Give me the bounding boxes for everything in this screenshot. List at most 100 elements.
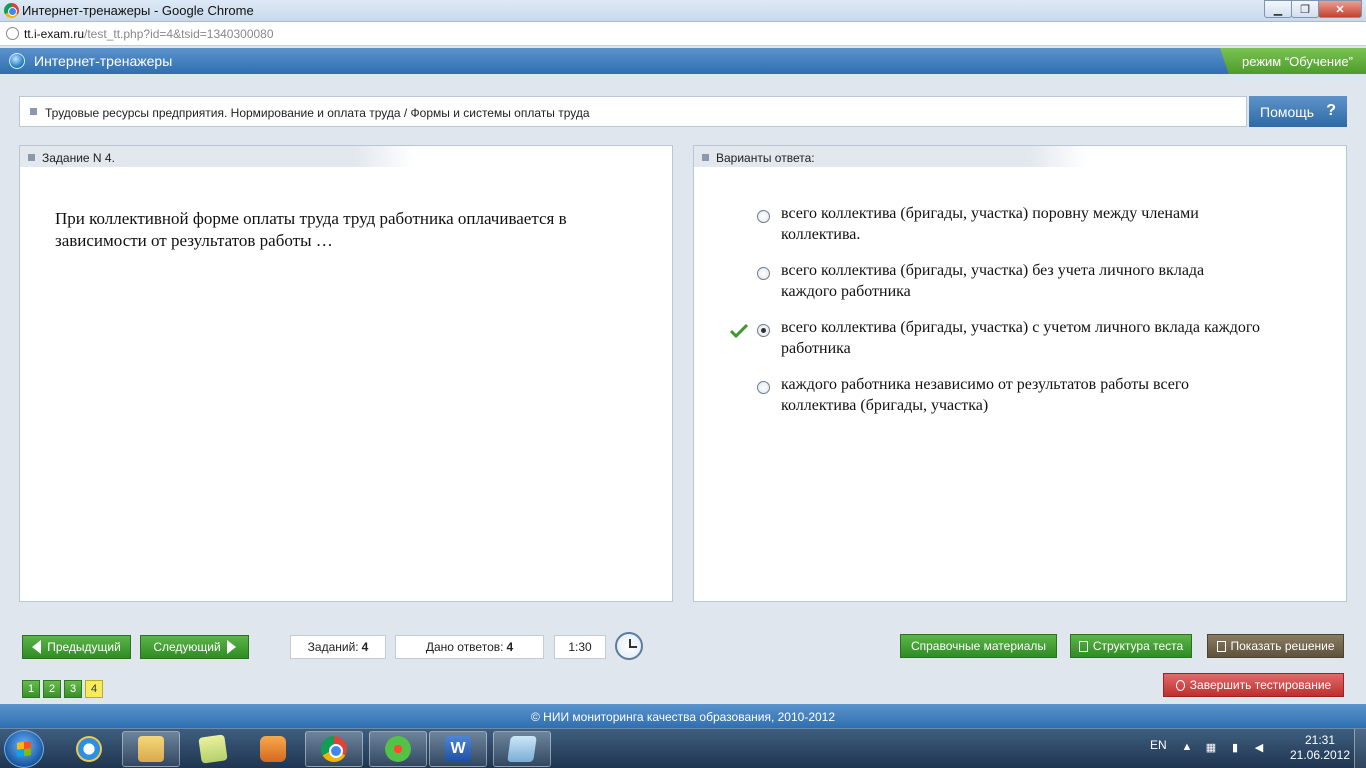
answered-label: Дано ответов: — [425, 640, 504, 654]
taskbar-chrome[interactable] — [305, 731, 363, 767]
page-button-3[interactable]: 3 — [64, 680, 82, 698]
folder-icon — [138, 736, 164, 762]
taskbar-notepad[interactable] — [493, 731, 551, 767]
app-title: Интернет-тренажеры — [34, 53, 173, 69]
answer-text[interactable]: всего коллектива (бригады, участка) поро… — [781, 203, 1261, 245]
minimize-button[interactable]: ▁ — [1264, 0, 1292, 18]
address-bar[interactable]: tt.i-exam.ru/test_tt.php?id=4&tsid=13403… — [0, 22, 1366, 46]
url-path: /test_tt.php?id=4&tsid=1340300080 — [84, 27, 274, 41]
arrow-left-icon — [32, 640, 42, 654]
clock-time: 21:31 — [1304, 733, 1336, 747]
tasks-count-box: Заданий: 4 — [290, 635, 386, 659]
answers-panel: Варианты ответа: всего коллектива (брига… — [693, 145, 1347, 602]
answer-options: всего коллектива (бригады, участка) поро… — [724, 203, 1284, 431]
taskbar-sticky-notes[interactable] — [184, 731, 242, 767]
start-button[interactable] — [4, 730, 44, 768]
chrome-icon — [321, 736, 347, 762]
tray-expand-icon[interactable]: ▲ — [1180, 741, 1194, 755]
maximize-button[interactable]: ❐ — [1291, 0, 1319, 18]
radio-button[interactable] — [757, 381, 770, 394]
list-icon — [1078, 640, 1088, 652]
help-button[interactable]: Помощь ? — [1249, 96, 1347, 127]
clock-icon — [615, 632, 643, 660]
taskbar-word[interactable]: W — [429, 731, 487, 767]
sticky-notes-icon — [198, 734, 228, 764]
next-button[interactable]: Следующий — [140, 635, 249, 659]
bullet-square-icon — [30, 108, 37, 115]
book-icon — [1216, 640, 1226, 652]
taskbar-ie[interactable] — [60, 731, 118, 767]
bullet-square-icon — [702, 154, 709, 161]
show-solution-label: Показать решение — [1230, 639, 1335, 653]
prev-button[interactable]: Предыдущий — [22, 635, 131, 659]
url-host: tt.i-exam.ru — [24, 27, 85, 41]
browser-title-bar: Интернет-тренажеры - Google Chrome ▁ ❐ ✕ — [0, 0, 1366, 22]
radio-button[interactable] — [757, 210, 770, 223]
finish-test-button[interactable]: Завершить тестирование — [1163, 673, 1344, 697]
globe-icon — [9, 53, 25, 69]
system-tray: ▲ ▦ ▮ ◀ — [1180, 741, 1276, 755]
mode-badge: режим “Обучение” — [1220, 48, 1366, 74]
answers-panel-header: Варианты ответа: — [694, 146, 1088, 167]
language-indicator[interactable]: EN — [1150, 738, 1167, 752]
page-navigator: 1 2 3 4 — [22, 680, 106, 698]
show-desktop-button[interactable] — [1354, 729, 1366, 768]
arrow-right-icon — [226, 640, 236, 654]
answer-option[interactable]: всего коллектива (бригады, участка) с уч… — [724, 317, 1284, 374]
question-text: При коллективной форме оплаты труда труд… — [55, 209, 567, 250]
task-panel: Задание N 4. При коллективной форме опла… — [19, 145, 673, 602]
page-button-2[interactable]: 2 — [43, 680, 61, 698]
task-heading: Задание N 4. — [42, 151, 115, 165]
answer-option[interactable]: каждого работника независимо от результа… — [724, 374, 1284, 431]
timer-value: 1:30 — [568, 640, 592, 654]
prev-label: Предыдущий — [47, 640, 121, 654]
notepad-icon — [507, 736, 537, 762]
help-label: Помощь — [1260, 104, 1315, 120]
word-icon: W — [445, 736, 471, 762]
window-controls: ▁ ❐ ✕ — [1264, 0, 1362, 18]
taskbar-clock[interactable]: 21:31 21.06.2012 — [1288, 733, 1352, 763]
window-title: Интернет-тренажеры - Google Chrome — [22, 3, 254, 18]
bullet-square-icon — [28, 154, 35, 161]
taskbar-icq[interactable] — [369, 731, 427, 767]
taskbar-explorer[interactable] — [122, 731, 180, 767]
icq-icon — [385, 736, 411, 762]
checkmark-icon — [730, 324, 748, 338]
structure-label: Структура теста — [1092, 639, 1184, 653]
answer-text[interactable]: всего коллектива (бригады, участка) без … — [781, 260, 1261, 302]
timer-box: 1:30 — [554, 635, 606, 659]
reference-materials-button[interactable]: Справочные материалы — [900, 634, 1057, 658]
signal-icon[interactable]: ▮ — [1228, 741, 1242, 755]
page-button-4-current[interactable]: 4 — [85, 680, 103, 698]
volume-icon[interactable]: ◀ — [1252, 741, 1266, 755]
answers-heading: Варианты ответа: — [716, 151, 815, 165]
finish-label: Завершить тестирование — [1189, 678, 1332, 692]
answer-option[interactable]: всего коллектива (бригады, участка) поро… — [724, 203, 1284, 260]
radio-button-selected[interactable] — [757, 324, 770, 337]
network-error-icon[interactable]: ▦ — [1204, 741, 1218, 755]
answer-text[interactable]: каждого работника независимо от результа… — [781, 374, 1261, 416]
test-structure-button[interactable]: Структура теста — [1070, 634, 1192, 658]
answer-text[interactable]: всего коллектива (бригады, участка) с уч… — [781, 317, 1261, 359]
radio-button[interactable] — [757, 267, 770, 280]
next-label: Следующий — [153, 640, 221, 654]
tasks-count: 4 — [361, 640, 369, 654]
breadcrumb-text: Трудовые ресурсы предприятия. Нормирован… — [45, 106, 590, 120]
tasks-label: Заданий: — [307, 640, 359, 654]
clock-date: 21.06.2012 — [1289, 748, 1351, 762]
footer: © НИИ мониторинга качества образования, … — [0, 704, 1366, 728]
show-solution-button[interactable]: Показать решение — [1207, 634, 1344, 658]
taskbar-media-player[interactable] — [244, 731, 302, 767]
url-text[interactable]: tt.i-exam.ru/test_tt.php?id=4&tsid=13403… — [24, 27, 274, 41]
close-button[interactable]: ✕ — [1318, 0, 1362, 18]
chrome-icon — [4, 3, 19, 18]
question-icon: ? — [1326, 102, 1336, 119]
answered-count: 4 — [506, 640, 514, 654]
answer-option[interactable]: всего коллектива (бригады, участка) без … — [724, 260, 1284, 317]
app-header: Интернет-тренажеры режим “Обучение” — [0, 48, 1366, 74]
answered-count-box: Дано ответов: 4 — [395, 635, 544, 659]
media-player-icon — [260, 736, 286, 762]
internet-explorer-icon — [76, 736, 102, 762]
page-icon — [6, 27, 19, 40]
page-button-1[interactable]: 1 — [22, 680, 40, 698]
